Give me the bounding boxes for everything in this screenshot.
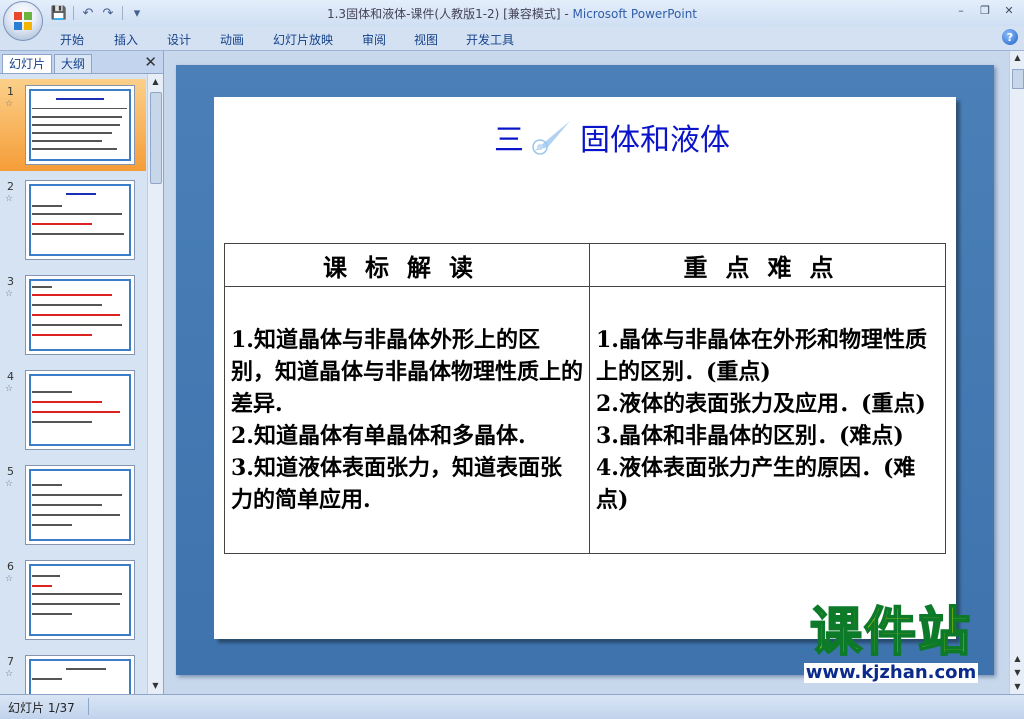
thumb-preview	[25, 370, 135, 450]
minimize-button[interactable]: –	[950, 2, 972, 18]
key-points-cell: 1.晶体与非晶体在外形和物理性质上的区别．(重点) 2.液体的表面张力及应用．(…	[589, 286, 946, 554]
tab-review[interactable]: 审阅	[362, 31, 386, 48]
watermark-url: www.kjzhan.com	[803, 662, 979, 683]
tab-home[interactable]: 开始	[60, 31, 84, 48]
window-title-app: Microsoft PowerPoint	[572, 7, 698, 21]
scroll-up-icon[interactable]: ▲	[1010, 51, 1024, 65]
scroll-thumb[interactable]	[1012, 69, 1024, 89]
slide-thumbnail-1[interactable]: 1 ☆	[0, 79, 146, 171]
next-slide-icon[interactable]: ▼	[1010, 666, 1024, 680]
star-icon: ☆	[5, 669, 14, 679]
tab-insert[interactable]: 插入	[114, 31, 138, 48]
slide-counter: 幻灯片 1/37	[8, 701, 75, 715]
watermark: 课件站 www.kjzhan.com	[776, 602, 1006, 683]
previous-slide-icon[interactable]: ▲	[1010, 652, 1024, 666]
thumb-preview	[25, 180, 135, 260]
star-icon: ☆	[5, 384, 14, 394]
thumb-preview	[25, 85, 135, 165]
tab-developer[interactable]: 开发工具	[466, 31, 514, 48]
thumb-preview	[25, 465, 135, 545]
tab-design[interactable]: 设计	[167, 31, 191, 48]
title-bar: 💾 ↶ ↷ ▾ 1.3固体和液体-课件(人教版1-2) [兼容模式] - Mic…	[0, 0, 1024, 41]
office-button[interactable]	[3, 1, 43, 41]
curriculum-text: 1.知道晶体与非晶体外形上的区别，知道晶体与非晶体物理性质上的差异. 2.知道晶…	[231, 327, 584, 513]
scroll-down-icon[interactable]: ▼	[1010, 680, 1024, 694]
tab-view[interactable]: 视图	[414, 31, 438, 48]
tab-outline[interactable]: 大纲	[54, 54, 93, 73]
slide-thumbnail-6[interactable]: 6 ☆	[0, 554, 146, 646]
comet-icon	[532, 121, 570, 155]
tab-slides[interactable]: 幻灯片	[2, 54, 53, 73]
pane-tabs: 幻灯片 大纲 ✕	[0, 51, 163, 74]
slide-thumbnail-5[interactable]: 5 ☆	[0, 459, 146, 551]
help-icon[interactable]: ?	[1002, 29, 1018, 45]
close-button[interactable]: ✕	[998, 2, 1020, 18]
close-pane-icon[interactable]: ✕	[144, 53, 157, 71]
office-logo-icon	[14, 12, 32, 30]
status-separator	[88, 698, 89, 715]
slide-thumbnail-2[interactable]: 2 ☆	[0, 174, 146, 266]
slide-thumbnail-3[interactable]: 3 ☆	[0, 269, 146, 361]
status-bar: 幻灯片 1/37	[0, 694, 1024, 719]
ribbon-tabs: 开始 插入 设计 动画 幻灯片放映 审阅 视图 开发工具 ?	[0, 26, 1024, 51]
window-title: 1.3固体和液体-课件(人教版1-2) [兼容模式] - Microsoft P…	[0, 5, 1024, 22]
star-icon: ☆	[5, 574, 14, 584]
slide-thumbnail-7[interactable]: 7 ☆	[0, 649, 146, 694]
tab-slideshow[interactable]: 幻灯片放映	[273, 31, 333, 48]
star-icon: ☆	[5, 479, 14, 489]
thumb-number: 1	[7, 85, 14, 98]
thumb-number: 3	[7, 275, 14, 288]
content-table[interactable]: 课标解读 重点难点 1.知道晶体与非晶体外形上的区别，知道晶体与非晶体物理性质上…	[224, 243, 946, 554]
title-text: 固体和液体	[580, 123, 730, 158]
thumb-number: 2	[7, 180, 14, 193]
slide-scrollbar[interactable]: ▲ ▲ ▼ ▼	[1009, 51, 1024, 694]
scroll-thumb[interactable]	[150, 92, 162, 184]
key-points-text: 1.晶体与非晶体在外形和物理性质上的区别．(重点) 2.液体的表面张力及应用．(…	[596, 327, 927, 513]
star-icon: ☆	[5, 99, 14, 109]
window-controls: – ❐ ✕	[950, 2, 1020, 18]
slide-canvas: 三 固体和液体 课标解读 重点难点 1.知道晶体与非晶体外形上的区别，知道晶体与…	[164, 51, 1009, 694]
title-number: 三	[494, 123, 524, 158]
thumb-preview	[25, 275, 135, 355]
thumb-number: 6	[7, 560, 14, 573]
thumb-number: 5	[7, 465, 14, 478]
slide-title[interactable]: 三 固体和液体	[494, 115, 730, 159]
thumb-preview	[25, 655, 135, 694]
slide-thumbnail-4[interactable]: 4 ☆	[0, 364, 146, 456]
slide-content-area: 三 固体和液体 课标解读 重点难点 1.知道晶体与非晶体外形上的区别，知道晶体与…	[214, 97, 956, 639]
thumb-number: 7	[7, 655, 14, 668]
header-key-points: 重点难点	[589, 243, 946, 287]
thumbnail-list: 1 ☆ 2 ☆ 3 ☆ 4 ☆ 5 ☆ 6 ☆ 7 ☆	[0, 74, 146, 694]
header-curriculum: 课标解读	[224, 243, 590, 287]
thumb-number: 4	[7, 370, 14, 383]
thumbnail-scrollbar[interactable]: ▲ ▼	[147, 74, 163, 694]
slides-pane: 幻灯片 大纲 ✕ 1 ☆ 2 ☆ 3 ☆ 4 ☆ 5 ☆ 6 ☆ 7 ☆ ▲ ▼	[0, 51, 164, 694]
thumb-preview	[25, 560, 135, 640]
scroll-up-icon[interactable]: ▲	[148, 74, 163, 90]
star-icon: ☆	[5, 194, 14, 204]
scroll-down-icon[interactable]: ▼	[148, 678, 163, 694]
restore-button[interactable]: ❐	[974, 2, 996, 18]
tab-animation[interactable]: 动画	[220, 31, 244, 48]
window-title-doc: 1.3固体和液体-课件(人教版1-2) [兼容模式] -	[326, 7, 573, 21]
slide[interactable]: 三 固体和液体 课标解读 重点难点 1.知道晶体与非晶体外形上的区别，知道晶体与…	[176, 65, 994, 675]
watermark-logo: 课件站	[809, 602, 972, 664]
star-icon: ☆	[5, 289, 14, 299]
curriculum-cell: 1.知道晶体与非晶体外形上的区别，知道晶体与非晶体物理性质上的差异. 2.知道晶…	[224, 286, 590, 554]
